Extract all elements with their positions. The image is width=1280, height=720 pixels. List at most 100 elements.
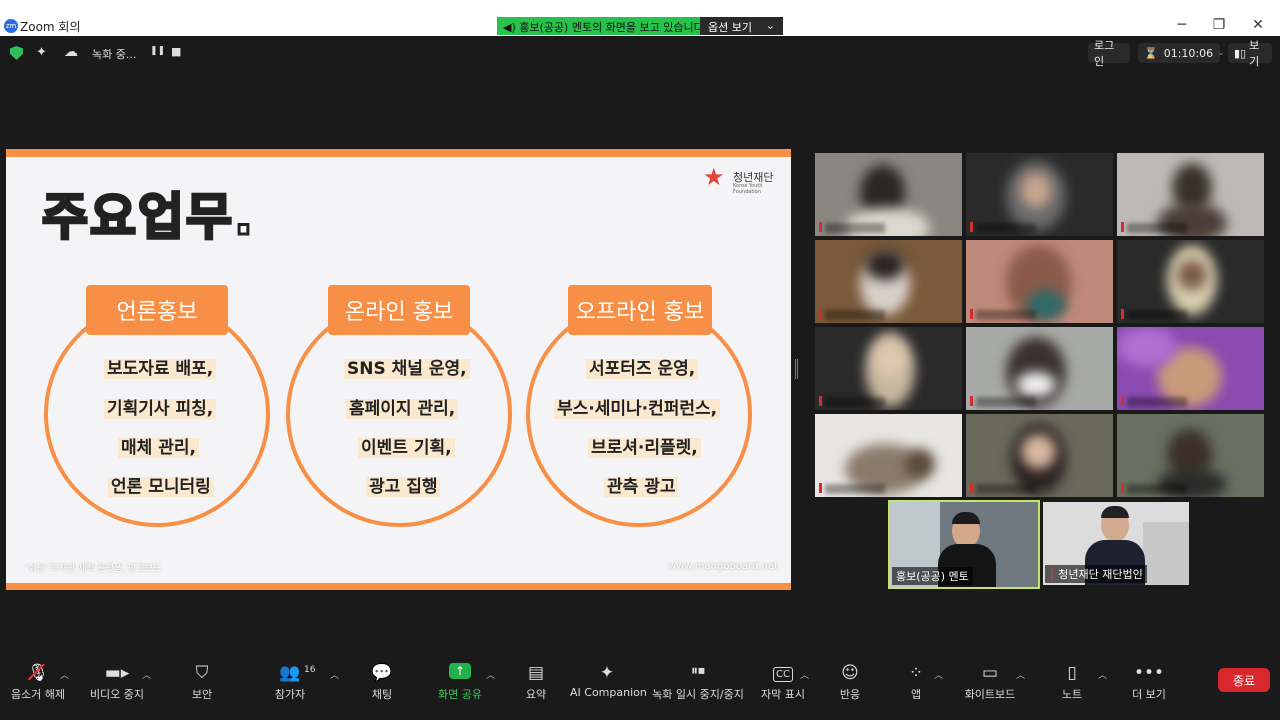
participant-tile[interactable] [815,414,962,497]
participant-tile[interactable] [966,240,1113,323]
cc-icon: CC [773,667,793,682]
chevron-down-icon: ⌄ [765,19,775,32]
participant-tile[interactable] [966,327,1113,410]
section-item: 홈페이지 관리, [346,394,459,419]
speaker-tile[interactable]: ⎮ 청년재단 재단법인 [1043,502,1189,585]
chevron-up-icon[interactable]: ︿ [330,668,339,681]
star-logo-icon: ★ [703,163,725,191]
participant-tile[interactable] [1117,240,1264,323]
participant-tile[interactable] [1117,327,1264,410]
section-item: 이벤트 기획, [358,433,455,458]
section-item: 보도자료 배포, [104,354,217,379]
chevron-up-icon[interactable]: ︿ [486,668,495,681]
foundation-logo-subtitle: Korea Youth Foundation [733,183,763,195]
chat-bubble-icon: 💬 [371,663,393,683]
section-item: 광고 집행 [366,472,441,497]
chevron-down-icon: ⌄ [1217,48,1225,58]
muted-microphone-icon: 🎙 [27,663,49,683]
screen-share-banner: ◀) 홍보(공공) 멘토의 화면을 보고 있습니다 옵션 보기 ⌄ [497,17,783,35]
whiteboard-icon: ▭ [981,663,999,683]
shared-screen: 주요업무. ★ 청년재단 Korea Youth Foundation 언론홍보… [6,149,791,590]
slide-title: 주요업무. [41,187,255,248]
section-item: 부스·세미나·컨퍼런스, [554,394,721,419]
muted-mic-icon: ⎮ [1049,568,1055,581]
minimize-button[interactable]: ─ [1170,17,1194,33]
sparkle-icon[interactable]: ✦ [36,45,47,60]
active-speaker-tile[interactable]: 홍보(공공) 멘토 [888,500,1040,589]
recording-status: 녹화 중... [92,48,137,61]
layout-icon: ▮▯ [1234,46,1247,60]
slide-top-bar [6,149,791,157]
section-item: 매체 관리, [118,433,199,458]
chevron-up-icon[interactable]: ︿ [800,668,809,681]
speaker-icon: ◀) [503,21,516,34]
smiley-icon: ☺ [841,663,859,683]
participants-icon: 👥 [279,663,301,683]
participant-tile[interactable] [1117,153,1264,236]
meeting-toolbar: 🎙 음소거 해제 ︿ ▬▸ 비디오 중지 ︿ ⛉ 보안 👥 참가자 16 ︿ 💬… [0,655,1280,720]
slide-footer-left: '쉬운' 디자인 제작 플랫폼, 망고보드 [26,564,162,574]
chevron-up-icon[interactable]: ︿ [60,668,69,681]
participant-tile[interactable] [966,414,1113,497]
stop-video-button[interactable]: ▬▸ 비디오 중지 [84,655,150,705]
stop-recording-icon[interactable]: ■ [171,45,181,58]
maximize-button[interactable]: ❐ [1207,17,1231,33]
section-item: 언론 모니터링 [108,472,214,497]
notes-icon: ▯ [1067,663,1077,683]
participant-tile[interactable] [815,153,962,236]
section-label: 온라인 홍보 [328,285,470,335]
end-meeting-button[interactable]: 종료 [1218,668,1270,692]
speaker-name: 홍보(공공) 멘토 [892,567,973,585]
cloud-record-icon: ☁ [64,44,78,60]
sparkle-icon: ✦ [599,663,615,683]
section-item: SNS 채널 운영, [344,354,470,379]
participants-button[interactable]: 👥 참가자 [266,655,314,705]
view-button[interactable]: ▮▯ 보기 [1228,39,1272,68]
chevron-up-icon[interactable]: ︿ [1098,668,1107,681]
share-status-text: ◀) 홍보(공공) 멘토의 화면을 보고 있습니다 [497,17,704,35]
slide-bottom-bar [6,583,791,590]
video-camera-icon: ▬▸ [104,663,130,683]
shield-icon: ⛉ [195,663,209,683]
chevron-up-icon[interactable]: ︿ [1016,668,1025,681]
reactions-button[interactable]: ☺ 반응 [830,655,870,705]
chat-button[interactable]: 💬 채팅 [360,655,404,705]
participant-tile[interactable] [815,327,962,410]
section-item: 기획기사 피칭, [104,394,217,419]
view-options-button[interactable]: 옵션 보기 ⌄ [700,17,783,35]
slide-footer-right: www.mangoboard.net [668,561,778,572]
summary-icon: ▤ [527,663,545,683]
chevron-up-icon[interactable]: ︿ [142,668,151,681]
whiteboard-button[interactable]: ▭ 화이트보드 [960,655,1020,705]
notes-button[interactable]: ▯ 노트 [1052,655,1092,705]
split-resize-handle[interactable] [795,359,798,379]
apps-button[interactable]: ⁘ 앱 [896,655,936,705]
close-button[interactable]: ✕ [1246,17,1270,33]
apps-icon: ⁘ [908,663,924,683]
section-item: 브로셔·리플렛, [588,433,701,458]
participant-tile[interactable] [815,240,962,323]
participant-tile[interactable] [966,153,1113,236]
login-button[interactable]: 로그인 [1088,39,1130,68]
section-label: 오프라인 홍보 [568,285,712,335]
title-bar: zm Zoom 회의 ◀) 홍보(공공) 멘토의 화면을 보고 있습니다 옵션 … [0,0,1280,36]
participants-count: 16 [304,665,316,675]
speaker-name: ⎮ 청년재단 재단법인 [1045,565,1147,583]
more-dots-icon: ••• [1133,663,1165,683]
pause-recording-icon[interactable]: ❚❚ [150,46,165,56]
chevron-up-icon[interactable]: ︿ [934,668,943,681]
section-item: 관측 광고 [604,472,679,497]
pause-stop-recording-button[interactable]: ⏸⏹ 녹화 일시 중지/중지 [650,655,746,705]
more-button[interactable]: ••• 더 보기 [1124,655,1174,705]
participant-tile[interactable] [1117,414,1264,497]
share-screen-button[interactable]: ↑ 화면 공유 [432,655,488,705]
hourglass-icon: ⌛ [1144,46,1158,60]
ai-companion-button[interactable]: ✦ AI Companion [570,655,647,705]
section-item: 서포터즈 운영, [586,354,699,379]
security-button[interactable]: ⛉ 보안 [180,655,224,705]
summary-button[interactable]: ▤ 요약 [514,655,558,705]
meeting-timer[interactable]: ⌛ 01:10:06 ⌄ [1138,43,1225,63]
share-screen-icon: ↑ [449,663,471,679]
window-title: Zoom 회의 [20,20,81,34]
section-label: 언론홍보 [86,285,228,335]
